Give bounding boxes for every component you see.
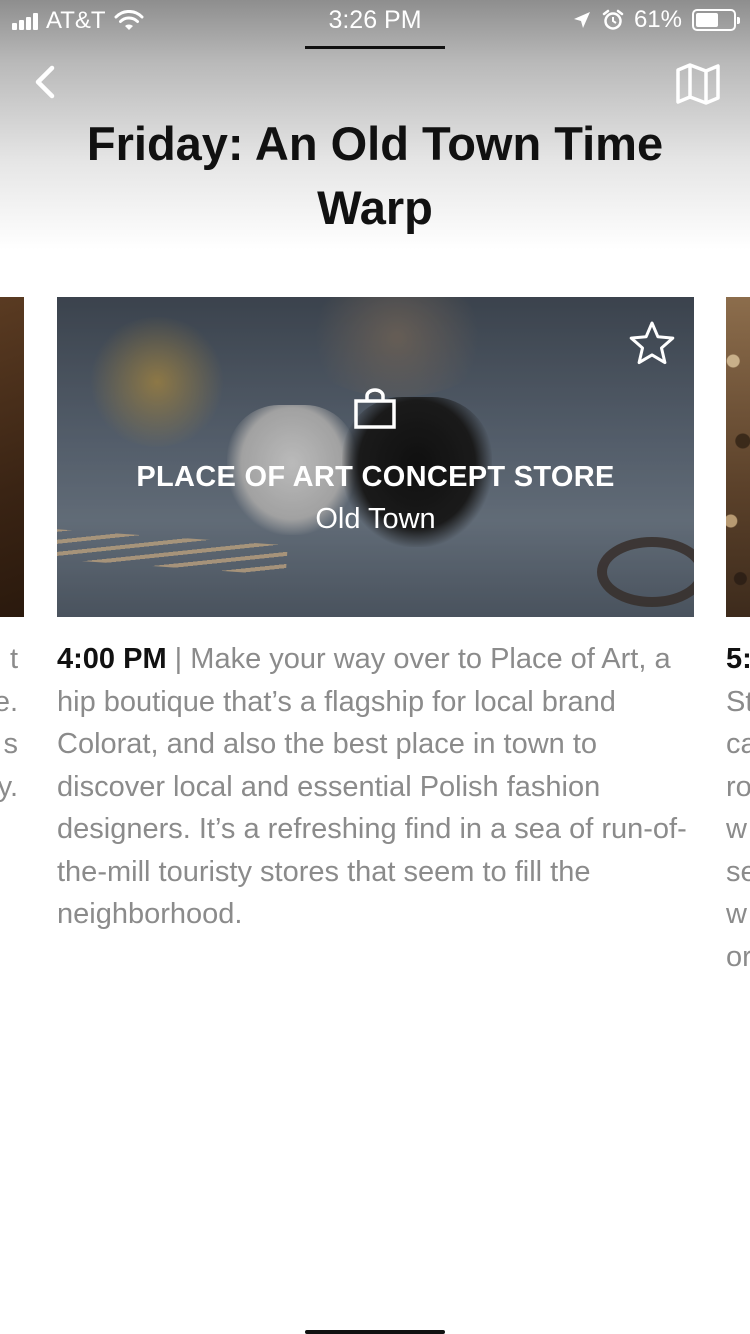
previous-card-image[interactable] (0, 297, 24, 617)
battery-percent: 61% (633, 6, 682, 33)
entry-description-block: 4:00 PM | Make your way over to Place of… (57, 638, 697, 936)
peek-right-line: w (726, 898, 747, 930)
peek-right-line: w (726, 813, 747, 845)
next-entry-text: 5: St ca ro w se w or (726, 638, 750, 978)
peek-right-line: or (726, 940, 750, 973)
map-icon (676, 63, 720, 105)
favorite-button[interactable] (627, 319, 677, 369)
page-title: Friday: An Old Town Time Warp (86, 117, 664, 234)
peek-left-line: s (3, 728, 19, 760)
back-button[interactable] (24, 60, 68, 104)
peek-right-line: ca (726, 728, 750, 760)
peek-right-line: se (726, 855, 750, 888)
star-outline-icon (629, 321, 675, 365)
peek-left-line: e. (0, 685, 18, 718)
card-title: PLACE OF ART CONCEPT STORE (136, 461, 615, 493)
home-indicator[interactable] (305, 1330, 445, 1334)
next-entry-time: 5: (726, 643, 750, 675)
peek-left-line: y. (0, 770, 18, 803)
map-button[interactable] (674, 60, 722, 108)
status-right: 61% (572, 6, 740, 34)
status-bar: AT&T 3:26 PM 61% (0, 0, 750, 40)
alarm-icon (602, 9, 624, 30)
entry-description: Make your way over to Place of Art, a hi… (57, 643, 687, 930)
peek-left-line: t (9, 643, 18, 675)
shopping-bag-icon (354, 388, 396, 429)
peek-right-line: ro (726, 770, 750, 803)
entry-time: 4:00 PM (57, 643, 167, 675)
card-subtitle: Old Town (315, 503, 436, 535)
next-card-image[interactable] (726, 297, 750, 617)
entry-separator: | (174, 643, 183, 675)
peek-right-line: St (726, 685, 750, 718)
time-underline (305, 46, 445, 49)
place-card[interactable]: PLACE OF ART CONCEPT STORE Old Town (57, 297, 694, 617)
battery-icon (692, 9, 740, 31)
location-arrow-icon (573, 12, 590, 28)
previous-entry-text: t e. s y. (0, 638, 18, 808)
chevron-left-icon (35, 65, 55, 99)
